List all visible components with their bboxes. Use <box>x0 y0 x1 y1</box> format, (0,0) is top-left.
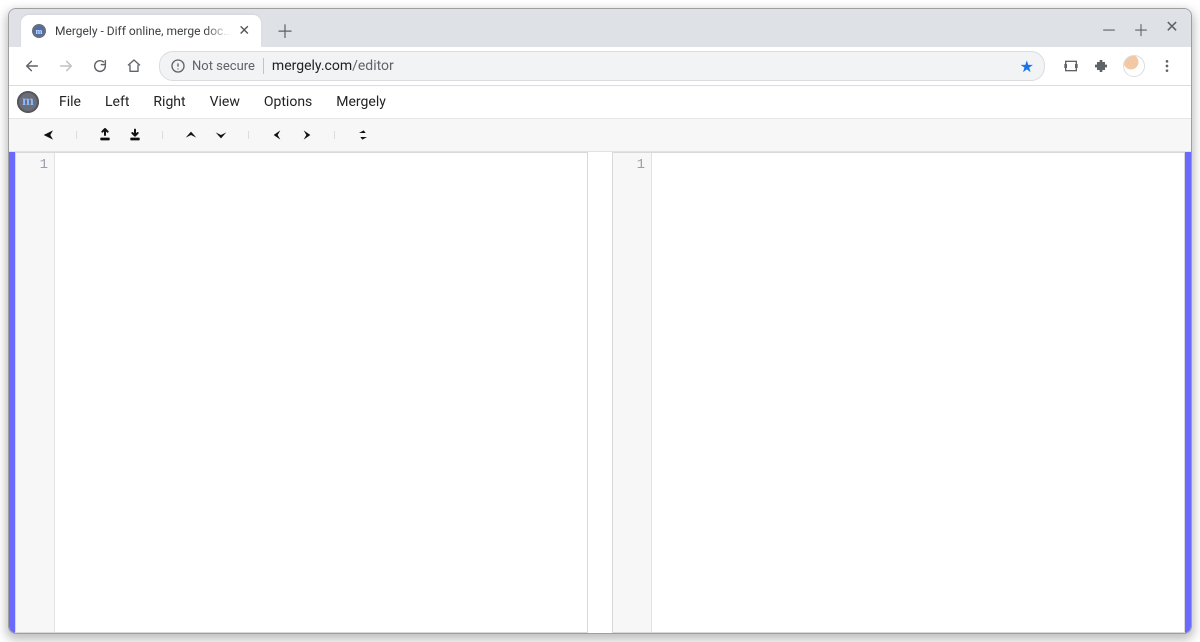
tab-strip: m Mergely - Diff online, merge documents… <box>9 9 1191 47</box>
url-path: /editor <box>352 58 394 74</box>
app-menubar: m File Left Right View Options Mergely <box>9 86 1191 119</box>
browser-tab[interactable]: m Mergely - Diff online, merge documents… <box>21 15 261 47</box>
left-editor-pane: 1 <box>15 152 588 633</box>
right-gutter: 1 <box>613 153 652 632</box>
reload-button[interactable] <box>85 51 115 81</box>
profile-avatar-icon[interactable] <box>1123 55 1145 77</box>
left-gutter: 1 <box>16 153 55 632</box>
menu-view[interactable]: View <box>200 90 250 114</box>
right-overview-ruler[interactable] <box>1185 152 1191 633</box>
tab-title: Mergely - Diff online, merge documents <box>55 24 231 38</box>
new-tab-button[interactable]: ＋ <box>271 17 299 45</box>
left-editor[interactable] <box>55 153 587 632</box>
back-button[interactable] <box>17 51 47 81</box>
right-editor-pane: 1 <box>612 152 1185 633</box>
url-text: mergely.com/editor <box>272 58 1012 74</box>
merge-left-icon[interactable] <box>267 125 287 145</box>
menu-left[interactable]: Left <box>95 90 139 114</box>
address-bar[interactable]: Not secure mergely.com/editor ★ <box>159 51 1045 81</box>
url-host: mergely.com <box>272 58 352 74</box>
omnibox-divider <box>263 58 264 74</box>
menu-file[interactable]: File <box>49 90 91 114</box>
browser-window: m Mergely - Diff online, merge documents… <box>8 8 1192 634</box>
extensions-icon[interactable] <box>1093 58 1109 74</box>
app-toolbar <box>9 119 1191 152</box>
tab-favicon: m <box>31 23 47 39</box>
menu-right[interactable]: Right <box>143 90 195 114</box>
bookmark-star-icon[interactable]: ★ <box>1020 57 1034 76</box>
merge-right-icon[interactable] <box>297 125 317 145</box>
window-controls: － ＋ ✕ <box>1101 17 1179 41</box>
import-right-icon[interactable] <box>125 125 145 145</box>
window-maximize-icon[interactable]: ＋ <box>1133 17 1147 41</box>
forward-button[interactable] <box>51 51 81 81</box>
import-left-icon[interactable] <box>95 125 115 145</box>
browser-menu-icon[interactable] <box>1159 58 1175 74</box>
browser-toolbar: Not secure mergely.com/editor ★ <box>9 47 1191 86</box>
right-line-number: 1 <box>613 157 645 173</box>
svg-text:m: m <box>36 27 43 36</box>
browser-right-icons <box>1055 55 1183 77</box>
security-indicator[interactable]: Not secure <box>170 58 255 74</box>
menu-options[interactable]: Options <box>254 90 322 114</box>
page-content: m File Left Right View Options Mergely <box>9 86 1191 633</box>
next-diff-icon[interactable] <box>211 125 231 145</box>
center-gap <box>588 152 612 633</box>
right-editor[interactable] <box>652 153 1184 632</box>
reader-mode-icon[interactable] <box>1063 58 1079 74</box>
left-line-number: 1 <box>16 157 48 173</box>
window-close-icon[interactable]: ✕ <box>1165 17 1179 41</box>
diff-area: 1 1 <box>9 152 1191 633</box>
app-logo-icon[interactable]: m <box>17 91 39 113</box>
swap-icon[interactable] <box>353 125 373 145</box>
window-minimize-icon[interactable]: － <box>1101 17 1115 41</box>
home-button[interactable] <box>119 51 149 81</box>
prev-diff-icon[interactable] <box>181 125 201 145</box>
security-label: Not secure <box>192 59 255 74</box>
share-icon[interactable] <box>39 125 59 145</box>
menu-mergely[interactable]: Mergely <box>326 90 396 114</box>
tab-close-icon[interactable]: ✕ <box>237 23 251 39</box>
